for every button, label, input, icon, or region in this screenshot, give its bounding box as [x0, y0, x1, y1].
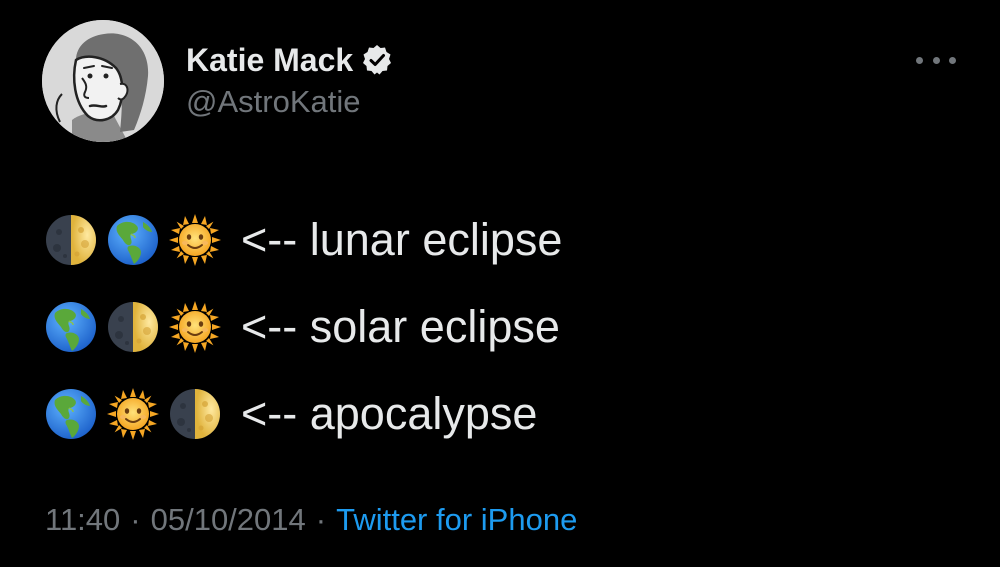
author-handle[interactable]: @AstroKatie: [186, 80, 360, 124]
tweet-line-apocalypse: <-- apocalypse: [45, 370, 562, 457]
tweet-line-text: <-- lunar eclipse: [241, 213, 563, 265]
moon-last-quarter-icon: [169, 388, 221, 440]
tweet-line-text: <-- solar eclipse: [241, 300, 560, 352]
sun-with-face-icon: [169, 301, 221, 353]
earth-americas-icon: [45, 388, 97, 440]
moon-last-quarter-icon: [107, 301, 159, 353]
tweet-date[interactable]: 05/10/2014: [151, 502, 306, 537]
author-name-row[interactable]: Katie Mack: [186, 38, 393, 82]
more-options-icon[interactable]: [916, 50, 956, 70]
tweet-meta: 11:40 · 05/10/2014 · Twitter for iPhone: [45, 498, 577, 542]
avatar[interactable]: [42, 20, 164, 142]
meta-separator: ·: [130, 502, 141, 537]
tweet-source-link[interactable]: Twitter for iPhone: [336, 502, 577, 537]
author-display-name[interactable]: Katie Mack: [186, 38, 353, 82]
cartoon-portrait-avatar: [42, 20, 164, 142]
more-dot-icon: [916, 56, 923, 64]
tweet: Katie Mack @AstroKatie <-- lunar eclipse…: [0, 0, 1000, 567]
sun-with-face-icon: [169, 214, 221, 266]
tweet-line-lunar: <-- lunar eclipse: [45, 196, 562, 283]
more-dot-icon: [949, 56, 956, 64]
earth-americas-icon: [45, 301, 97, 353]
moon-last-quarter-icon: [45, 214, 97, 266]
tweet-body: <-- lunar eclipse <-- solar eclipse <-- …: [45, 196, 562, 457]
tweet-line-solar: <-- solar eclipse: [45, 283, 562, 370]
meta-separator: ·: [315, 502, 327, 537]
earth-americas-icon: [107, 214, 159, 266]
tweet-line-text: <-- apocalypse: [241, 387, 538, 439]
sun-with-face-icon: [107, 388, 159, 440]
more-dot-icon: [932, 56, 940, 64]
tweet-time[interactable]: 11:40: [45, 502, 120, 537]
verified-badge-icon: [363, 45, 392, 75]
